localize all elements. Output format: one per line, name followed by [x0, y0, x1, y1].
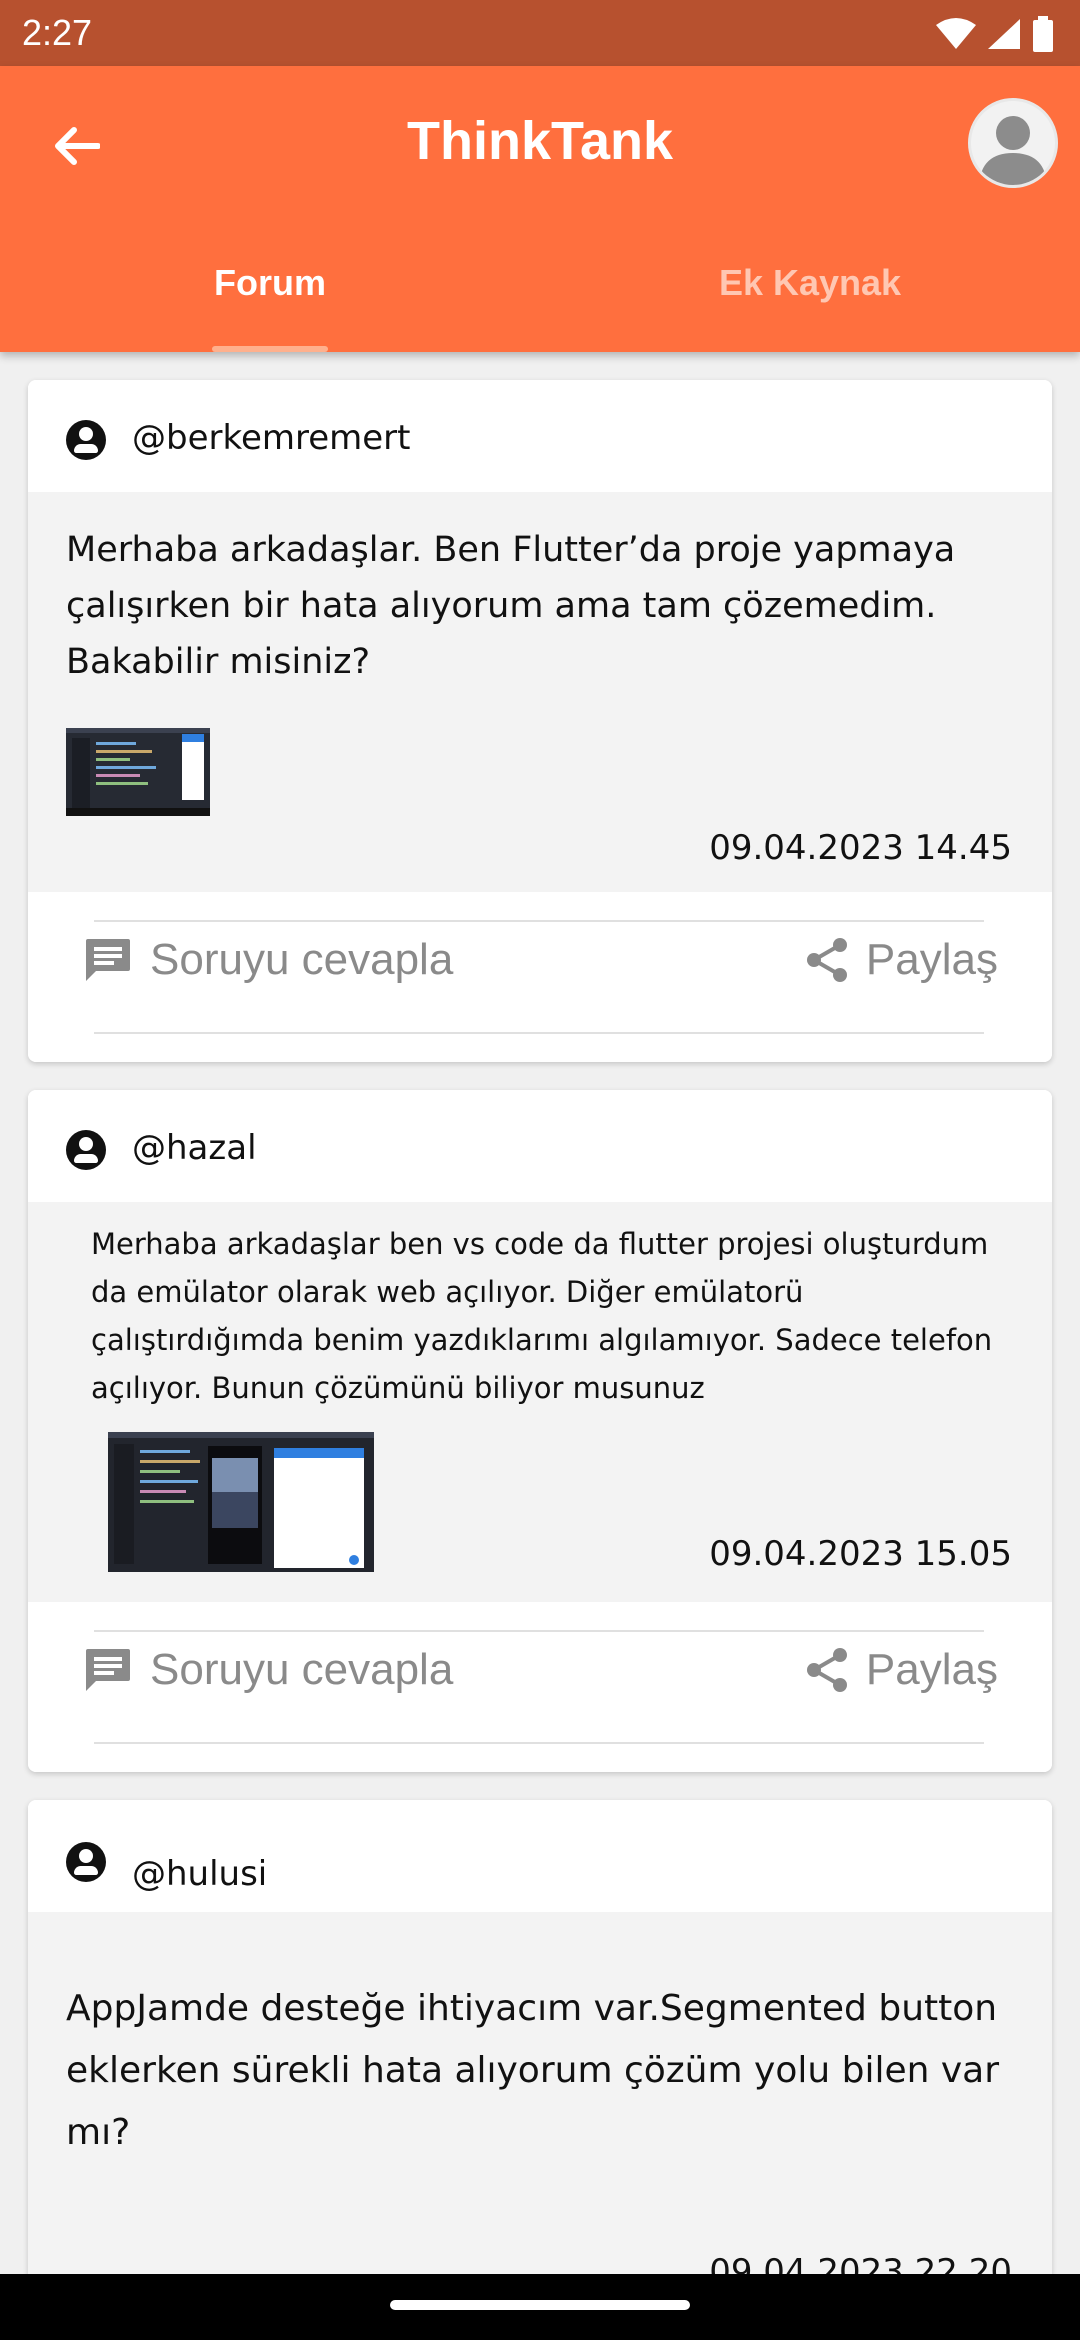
share-button[interactable]: Paylaş	[804, 920, 998, 1000]
chat-icon	[86, 1649, 130, 1691]
status-time: 2:27	[22, 12, 93, 53]
status-icons	[936, 14, 1054, 54]
person-silhouette-icon	[979, 116, 1047, 185]
post-header: @hulusi	[28, 1800, 1052, 1912]
post-image-thumbnail[interactable]	[108, 1432, 374, 1572]
post-username[interactable]: @hulusi	[132, 1854, 267, 1894]
post-card[interactable]: @berkemremert Merhaba arkadaşlar. Ben Fl…	[28, 380, 1052, 1062]
account-circle-icon	[66, 1842, 106, 1882]
answer-question-label: Soruyu cevapla	[150, 935, 454, 984]
post-timestamp: 09.04.2023 14.45	[709, 828, 1012, 868]
post-header: @berkemremert	[28, 380, 1052, 492]
post-body: AppJamde desteğe ihtiyacım var.Segmented…	[28, 1912, 1052, 2320]
wifi-icon	[936, 18, 976, 49]
status-bar: 2:27	[0, 0, 1080, 66]
share-icon	[806, 938, 847, 982]
post-card[interactable]: @hulusi AppJamde desteğe ihtiyacım var.S…	[28, 1800, 1052, 2320]
answer-question-button[interactable]: Soruyu cevapla	[84, 920, 453, 1000]
tab-forum[interactable]: Forum	[0, 262, 540, 304]
post-body: Merhaba arkadaşlar. Ben Flutter’da proje…	[28, 492, 1052, 892]
tab-ek-kaynak[interactable]: Ek Kaynak	[540, 262, 1080, 304]
post-text: AppJamde desteğe ihtiyacım var.Segmented…	[66, 1988, 1000, 2153]
post-actions: Soruyu cevapla Paylaş	[28, 1602, 1052, 1772]
post-image-thumbnail[interactable]	[66, 728, 210, 816]
app-title: ThinkTank	[406, 111, 674, 171]
answer-question-button[interactable]: Soruyu cevapla	[84, 1630, 453, 1710]
account-circle-icon	[66, 420, 106, 460]
app-bar: ThinkTank Forum Ek Kaynak	[0, 66, 1080, 352]
home-gesture-handle[interactable]	[390, 2300, 690, 2310]
share-label: Paylaş	[865, 1645, 998, 1694]
share-label: Paylaş	[865, 935, 998, 984]
post-timestamp: 09.04.2023 15.05	[709, 1534, 1012, 1574]
share-icon	[806, 1648, 847, 1692]
divider	[94, 1032, 984, 1034]
cellular-signal-icon	[988, 19, 1020, 49]
post-actions: Soruyu cevapla Paylaş	[28, 892, 1052, 1062]
battery-icon	[1033, 16, 1053, 52]
post-text: Merhaba arkadaşlar. Ben Flutter’da proje…	[66, 530, 956, 682]
profile-avatar[interactable]	[968, 98, 1058, 188]
chat-icon	[86, 939, 130, 981]
post-text: Merhaba arkadaşlar ben vs code da flutte…	[91, 1227, 993, 1405]
tab-indicator	[212, 346, 328, 352]
post-username[interactable]: @berkemremert	[132, 418, 411, 458]
divider	[94, 1742, 984, 1744]
screenshot-image	[66, 728, 210, 816]
post-header: @hazal	[28, 1090, 1052, 1202]
post-body: Merhaba arkadaşlar ben vs code da flutte…	[28, 1202, 1052, 1602]
account-circle-icon	[66, 1130, 106, 1170]
answer-question-label: Soruyu cevapla	[150, 1645, 454, 1694]
post-username[interactable]: @hazal	[132, 1128, 257, 1168]
system-navigation-bar	[0, 2274, 1080, 2340]
share-button[interactable]: Paylaş	[804, 1630, 998, 1710]
screenshot-image	[108, 1432, 374, 1572]
post-card[interactable]: @hazal Merhaba arkadaşlar ben vs code da…	[28, 1090, 1052, 1772]
